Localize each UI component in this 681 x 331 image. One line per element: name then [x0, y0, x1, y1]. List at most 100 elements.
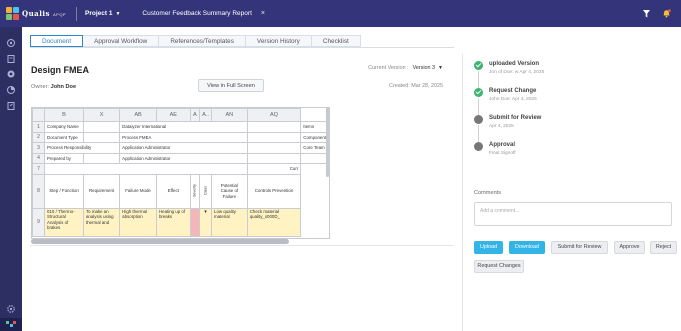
approve-button[interactable]: Approve — [614, 241, 645, 254]
close-icon[interactable]: × — [261, 10, 265, 17]
table-header-cell[interactable]: Controls Prevention — [246, 173, 302, 209]
row-number: 3 — [32, 142, 46, 154]
table-cell[interactable]: Items — [300, 121, 329, 133]
table-cell[interactable] — [246, 121, 302, 133]
owner-label: Owner: — [31, 84, 50, 90]
page-title: Design FMEA — [31, 65, 90, 75]
table-header-cell[interactable]: Step / Function — [44, 173, 84, 209]
project-selector[interactable]: Project 1 ▼ — [85, 10, 120, 17]
workflow-panel: uploaded Version Jon of Doe: w Apr 4, 20… — [462, 54, 681, 331]
table-cell[interactable]: Application Administrator — [119, 152, 248, 164]
table-cell[interactable]: Check material quality_x000D_ — [246, 207, 302, 237]
left-rail — [0, 27, 22, 331]
table-cell[interactable] — [246, 152, 302, 164]
view-full-screen-button[interactable]: View in Full Screen — [198, 79, 264, 92]
table-cell[interactable]: Company Name — [44, 121, 84, 133]
check-circle-icon — [474, 88, 483, 97]
table-header-cell[interactable]: Potential Cause of Failure — [211, 173, 248, 209]
tab-approval-workflow[interactable]: Approval Workflow — [83, 35, 160, 47]
divider — [76, 6, 77, 21]
table-header-cell[interactable]: Class — [199, 174, 212, 208]
table-cell[interactable] — [44, 163, 248, 175]
table-cell[interactable]: Document Type — [44, 131, 84, 143]
column-header[interactable]: AE — [155, 108, 191, 122]
table-header-cell[interactable]: Effect — [155, 173, 191, 209]
row-number: 8 — [32, 173, 46, 209]
divider — [30, 47, 454, 48]
class-dropdown[interactable]: ▼ — [199, 207, 212, 237]
tab-version-history[interactable]: Version History — [245, 35, 312, 47]
column-header[interactable]: A — [189, 108, 201, 122]
layers-icon[interactable] — [6, 54, 16, 64]
step-title: Approval — [489, 142, 516, 148]
spreadsheet-viewer[interactable]: B X AB AE A A.. AN AQ 1 Company Name Dat… — [31, 107, 330, 239]
step-subtitle: Apr 4, 2025 — [489, 124, 514, 129]
column-header[interactable]: X — [82, 108, 121, 122]
table-cell[interactable]: 010 / Thermo-Structural Analysis of brak… — [44, 207, 84, 237]
tab-checklist[interactable]: Checklist — [311, 35, 361, 47]
reject-button[interactable]: Reject — [650, 241, 677, 254]
filter-icon[interactable] — [643, 9, 650, 18]
check-circle-icon — [474, 61, 483, 70]
table-cell[interactable] — [246, 131, 302, 143]
horizontal-scrollbar[interactable] — [31, 239, 289, 244]
column-header[interactable]: AN — [211, 108, 248, 122]
table-header-cell[interactable]: Severity — [190, 174, 200, 208]
pending-circle-icon — [474, 115, 483, 124]
bell-icon[interactable] — [662, 9, 671, 18]
table-cell[interactable] — [82, 152, 121, 164]
column-header[interactable]: AB — [119, 108, 157, 122]
table-cell[interactable]: Curr — [246, 163, 302, 175]
document-icon[interactable] — [6, 101, 16, 111]
submit-for-review-button[interactable]: Submit for Review — [551, 241, 608, 254]
created-date: Created: Mar 28, 2025 — [389, 83, 443, 89]
table-cell[interactable]: Dataiyzer International — [119, 121, 248, 133]
table-row: 1 Company Name Dataiyzer International I… — [32, 121, 329, 133]
table-header-cell[interactable]: Failure Mode — [119, 173, 157, 209]
table-cell[interactable] — [82, 131, 121, 143]
table-cell[interactable]: High thermal absorption — [119, 207, 157, 237]
table-header-cell[interactable]: Requirement — [82, 173, 121, 209]
step-connector — [478, 98, 479, 115]
version-selector[interactable]: Current Version : Version 3 ▼ — [368, 65, 443, 71]
settings-icon[interactable] — [6, 304, 16, 314]
table-cell[interactable] — [246, 142, 302, 154]
main-content: Document Approval Workflow References/Te… — [22, 27, 681, 331]
column-header[interactable]: B — [44, 108, 84, 122]
brand[interactable]: Qualis APQP — [0, 0, 70, 27]
step-subtitle: John Doe: Apr 4, 2025 — [489, 97, 537, 102]
table-cell[interactable]: Application Administrator — [119, 142, 248, 154]
request-changes-button[interactable]: Request Changes — [474, 260, 524, 273]
tab-references-templates[interactable]: References/Templates — [159, 35, 246, 47]
top-bar: Qualis APQP Project 1 ▼ Customer Feedbac… — [0, 0, 681, 27]
download-button[interactable]: Download — [509, 241, 545, 254]
target-icon[interactable] — [6, 69, 16, 79]
column-header[interactable]: AQ — [246, 108, 302, 122]
table-cell[interactable]: Heating up of breaks — [155, 207, 191, 237]
rail-footer — [0, 318, 22, 331]
open-document-tab[interactable]: Customer Feedback Summary Report × — [142, 10, 265, 17]
table-cell[interactable]: To make an analysis using thermal and — [82, 207, 121, 237]
table-cell[interactable]: Prepared by — [44, 152, 84, 164]
open-document-title: Customer Feedback Summary Report — [142, 10, 252, 17]
table-cell[interactable] — [82, 121, 121, 133]
table-cell[interactable]: Process FMEA — [119, 131, 248, 143]
comment-input[interactable]: Add a comment... — [474, 202, 672, 226]
row-number: 9 — [32, 207, 46, 237]
table-cell[interactable] — [300, 152, 329, 164]
upload-button[interactable]: Upload — [474, 241, 503, 254]
table-cell[interactable]: Low quality material — [211, 207, 248, 237]
brand-subtitle: APQP — [52, 12, 67, 17]
tab-document[interactable]: Document — [30, 35, 84, 47]
app-switcher-icon[interactable] — [5, 320, 17, 329]
table-cell[interactable]: Process Responsibility — [44, 142, 121, 154]
chart-icon[interactable] — [6, 85, 16, 95]
corner-cell — [32, 108, 46, 122]
vertical-scrollbar[interactable] — [326, 107, 329, 177]
severity-cell[interactable] — [189, 207, 201, 237]
table-cell[interactable]: Core Team — [300, 142, 329, 154]
home-icon[interactable] — [6, 38, 16, 48]
comments-label: Comments — [474, 190, 502, 196]
column-header[interactable]: A.. — [199, 108, 212, 122]
table-cell[interactable]: Component — [300, 131, 329, 143]
